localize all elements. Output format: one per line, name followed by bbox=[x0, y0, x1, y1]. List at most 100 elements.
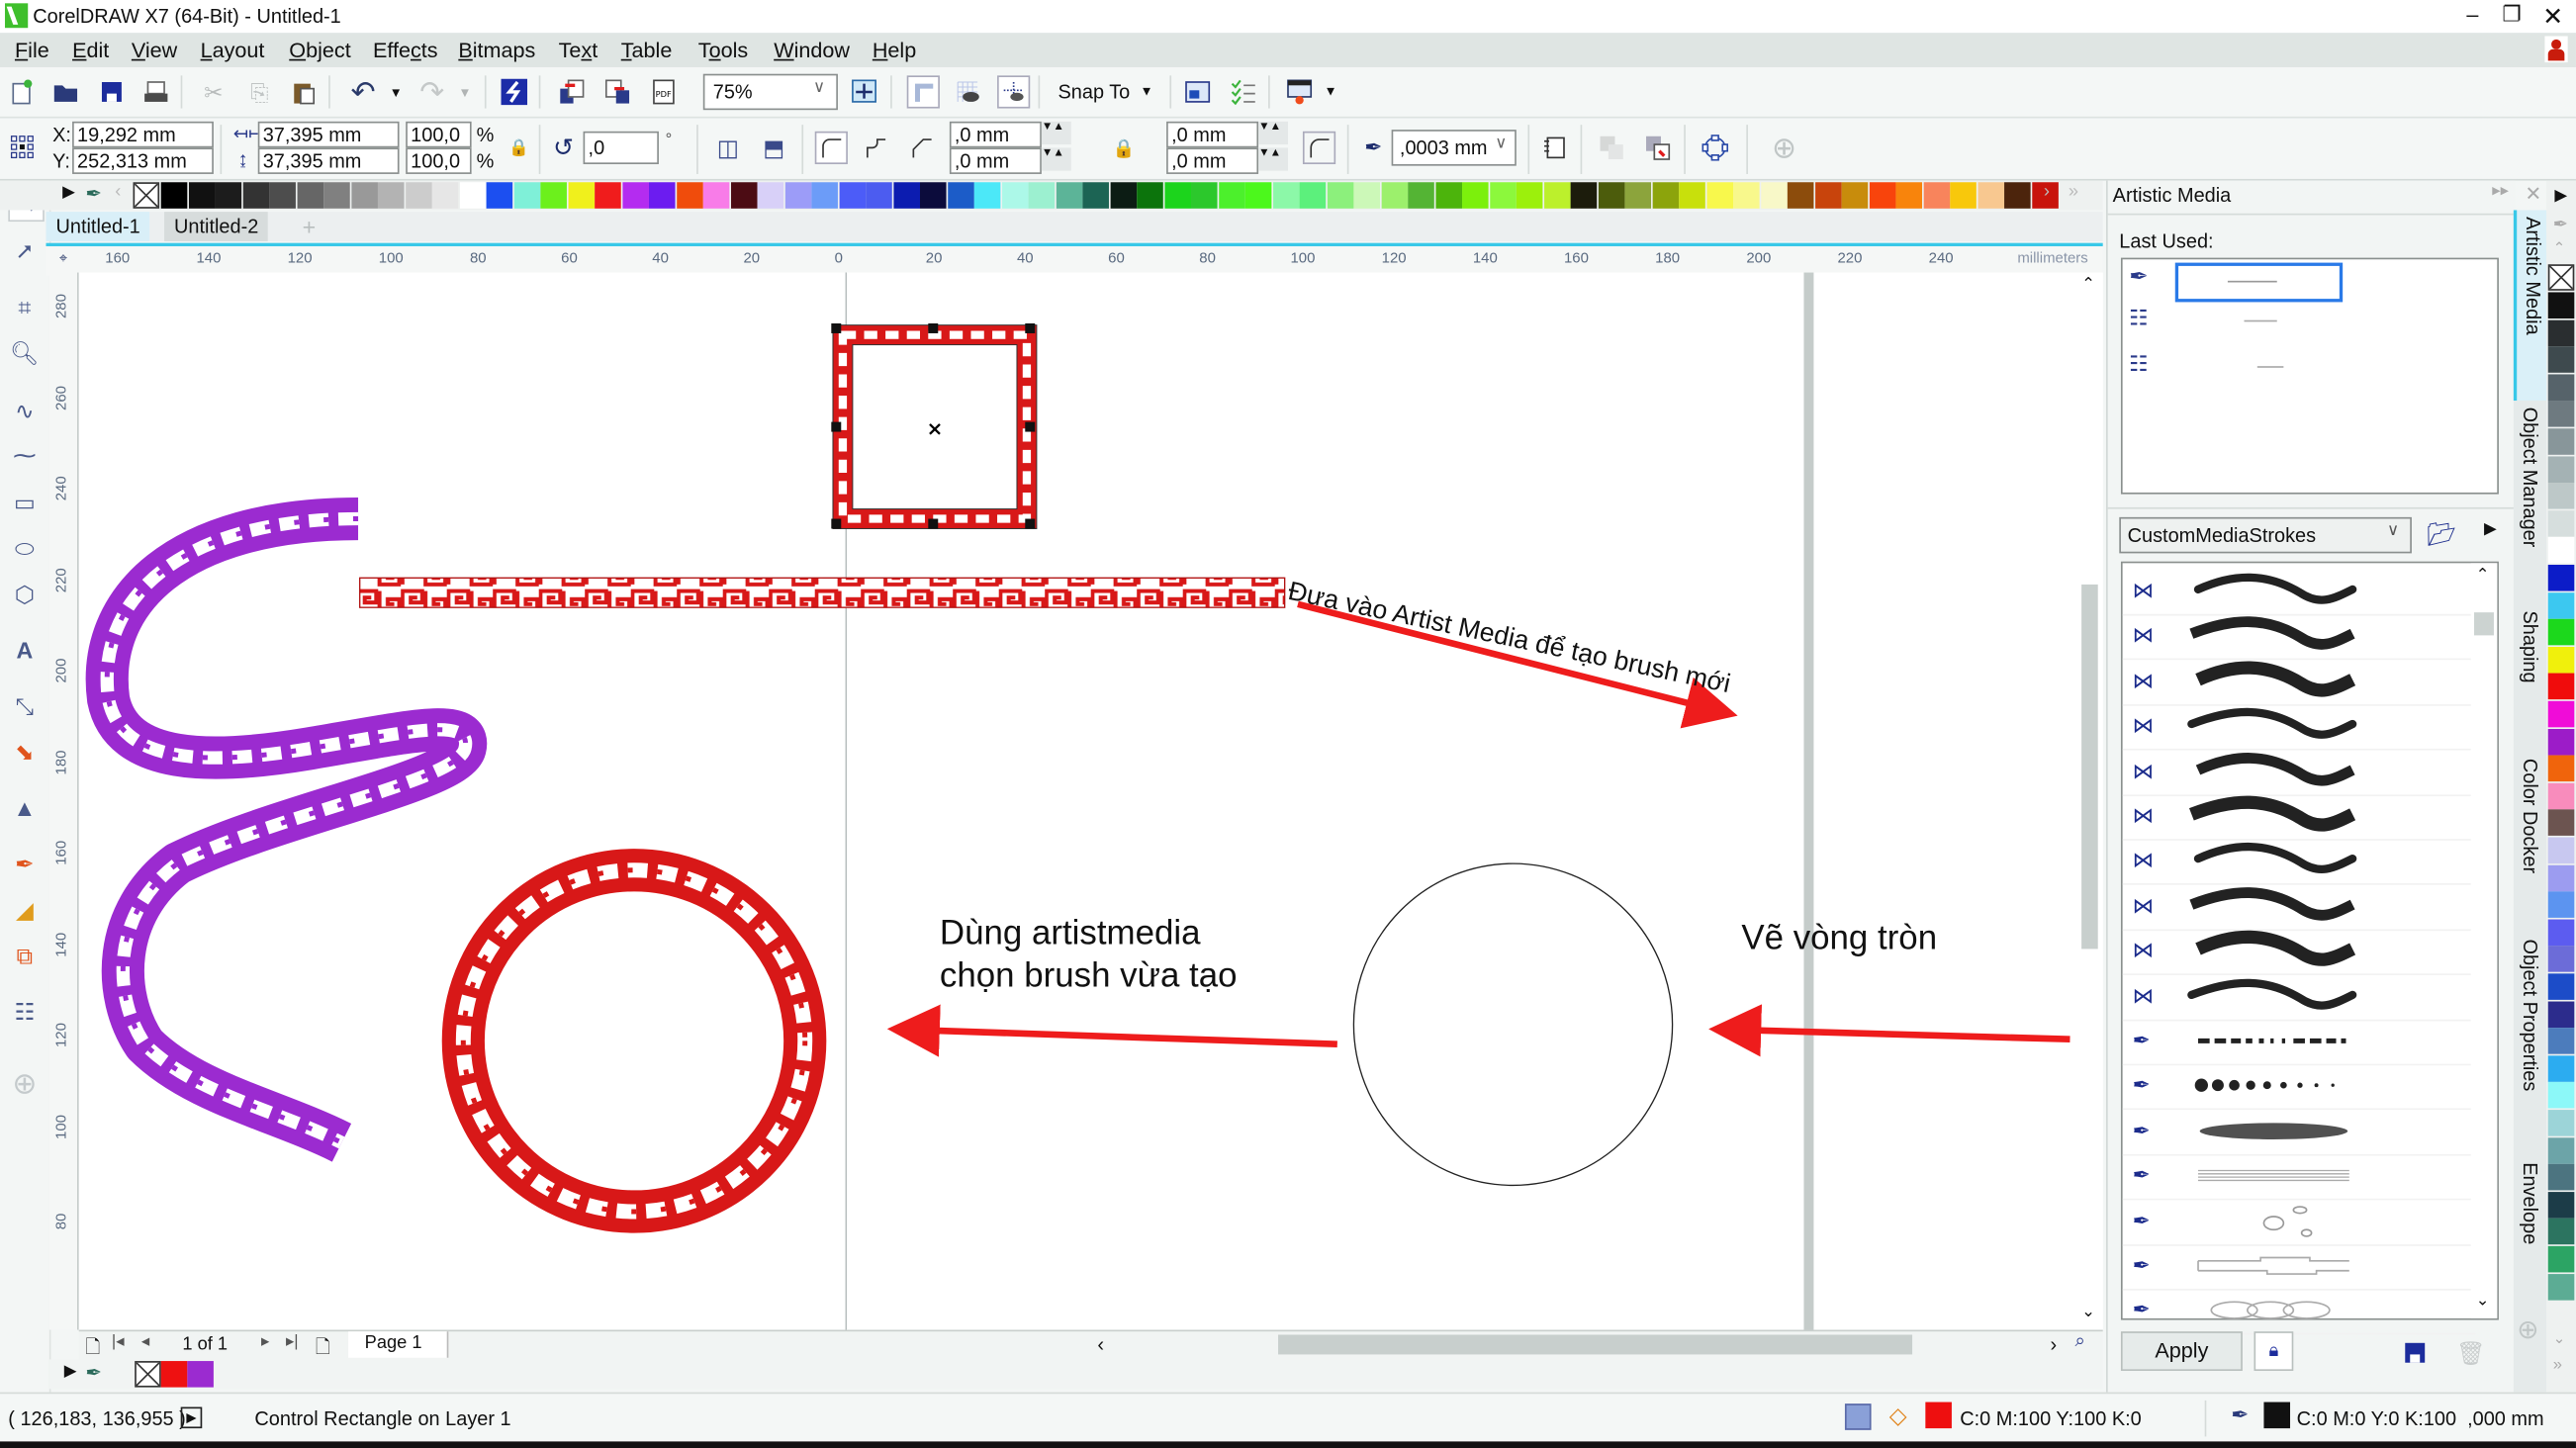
apply-button[interactable]: Apply bbox=[2120, 1331, 2243, 1372]
publish-pdf-icon[interactable]: PDF bbox=[649, 77, 679, 107]
palette-swatch[interactable] bbox=[1598, 182, 1624, 209]
palette-swatch[interactable] bbox=[919, 182, 947, 209]
docker-tab-object-manager[interactable]: Object Manager bbox=[2514, 401, 2546, 588]
palette-swatch[interactable] bbox=[2547, 864, 2575, 891]
palette-swatch[interactable] bbox=[1001, 182, 1028, 209]
palette-swatch[interactable] bbox=[2547, 1219, 2575, 1245]
text-wrap-icon[interactable] bbox=[1541, 133, 1571, 162]
artistic-media-tool-icon[interactable]: ⁓ bbox=[8, 438, 41, 471]
palette-swatch[interactable] bbox=[2547, 782, 2575, 809]
drop-shadow-tool-icon[interactable]: ▲ bbox=[8, 791, 41, 824]
minimize-icon[interactable]: – bbox=[2454, 2, 2491, 27]
palette-swatch[interactable] bbox=[512, 182, 540, 209]
menu-object[interactable]: Object bbox=[289, 38, 350, 62]
palette-swatch[interactable] bbox=[1272, 182, 1299, 209]
palette-swatch[interactable] bbox=[2547, 319, 2575, 346]
fill-color-swatch[interactable] bbox=[1925, 1402, 1952, 1429]
palette-swatch[interactable] bbox=[160, 182, 188, 209]
shape-tool-icon[interactable]: ⭧ bbox=[8, 234, 41, 267]
round-corner-icon[interactable] bbox=[814, 131, 848, 164]
scroll-down-icon[interactable]: ⌄ bbox=[2476, 1292, 2490, 1310]
palette-swatch[interactable] bbox=[1787, 182, 1814, 209]
to-front-icon[interactable] bbox=[1597, 133, 1626, 162]
search-content-icon[interactable] bbox=[500, 77, 529, 107]
smart-fill-tool-icon[interactable]: ⧉ bbox=[8, 939, 41, 971]
scrollbar-thumb[interactable] bbox=[2081, 584, 2098, 950]
palette-swatch[interactable] bbox=[1516, 182, 1543, 209]
palette-swatch[interactable] bbox=[1679, 182, 1705, 209]
palette-swatch[interactable] bbox=[2547, 1191, 2575, 1219]
last-page-icon[interactable]: ▸| bbox=[286, 1333, 299, 1351]
palette-swatch[interactable] bbox=[892, 182, 920, 209]
redo-icon[interactable]: ↷ bbox=[417, 75, 447, 108]
save-stroke-icon[interactable] bbox=[2400, 1338, 2430, 1368]
color-proof-icon[interactable] bbox=[1844, 1403, 1872, 1430]
menu-table[interactable]: Table bbox=[621, 38, 673, 62]
spin-button[interactable]: ▼▲ bbox=[1258, 121, 1288, 145]
palette-swatch[interactable] bbox=[405, 182, 431, 209]
launcher-dropdown-icon[interactable]: ▼ bbox=[1325, 84, 1337, 99]
palette-swatch[interactable] bbox=[486, 182, 513, 209]
rectangle-tool-icon[interactable]: ▭ bbox=[8, 486, 41, 518]
palette-swatch[interactable] bbox=[1244, 182, 1272, 209]
show-rulers-icon[interactable] bbox=[906, 75, 940, 109]
palette-swatch[interactable] bbox=[595, 182, 621, 209]
palette-swatch[interactable] bbox=[1028, 182, 1056, 209]
palette-swatch[interactable] bbox=[540, 182, 567, 209]
palette-swatch[interactable] bbox=[188, 182, 215, 209]
stroke-list-scrollbar[interactable]: ⌃ ⌄ bbox=[2470, 563, 2498, 1318]
palette-swatch[interactable] bbox=[757, 182, 784, 209]
open-folder-icon[interactable] bbox=[50, 77, 80, 107]
docker-tab-envelope[interactable]: Envelope bbox=[2514, 1156, 2546, 1278]
convert-to-curves-icon[interactable] bbox=[1701, 133, 1730, 162]
palette-swatch[interactable] bbox=[1218, 182, 1244, 209]
doc-palette-menu-icon[interactable]: ▶ bbox=[64, 1363, 77, 1381]
no-color-swatch[interactable] bbox=[2547, 264, 2575, 291]
show-grid-icon[interactable] bbox=[953, 77, 982, 107]
stroke-list-item[interactable]: ✒ bbox=[2122, 1244, 2476, 1291]
page-tab[interactable]: Page 1 bbox=[348, 1331, 449, 1358]
palette-swatch[interactable] bbox=[2547, 973, 2575, 1000]
palette-swatch[interactable] bbox=[2547, 428, 2575, 455]
eyedropper-icon[interactable]: ✒ bbox=[85, 1361, 102, 1384]
palette-swatch[interactable] bbox=[296, 182, 323, 209]
stroke-list-item[interactable]: ⋈ bbox=[2122, 660, 2476, 706]
palette-swatch[interactable] bbox=[2547, 674, 2575, 700]
docker-expand-icon[interactable]: ▸▸ bbox=[2492, 182, 2509, 200]
palette-swatch[interactable] bbox=[350, 182, 378, 209]
x-position-field[interactable]: 19,292 mm bbox=[72, 121, 214, 148]
docker-tab-shaping[interactable]: Shaping bbox=[2514, 604, 2546, 726]
corner-radius-bottom-left-field[interactable]: ,0 mm bbox=[949, 147, 1042, 174]
scroll-down-icon[interactable]: ⌄ bbox=[2081, 1304, 2095, 1321]
save-icon[interactable] bbox=[97, 77, 127, 107]
palette-menu-icon[interactable]: ▶ bbox=[2554, 187, 2567, 205]
palette-swatch[interactable] bbox=[2547, 1164, 2575, 1191]
palette-swatch[interactable] bbox=[1895, 182, 1923, 209]
palette-swatch[interactable] bbox=[269, 182, 296, 209]
palette-swatch[interactable] bbox=[215, 182, 242, 209]
undo-dropdown-icon[interactable]: ▼ bbox=[381, 77, 411, 107]
palette-swatch[interactable] bbox=[730, 182, 757, 209]
copy-icon[interactable]: ⎘ bbox=[244, 77, 274, 107]
palette-swatch[interactable] bbox=[2547, 565, 2575, 591]
palette-swatch[interactable] bbox=[1624, 182, 1652, 209]
menu-window[interactable]: Window bbox=[774, 38, 850, 62]
scroll-up-icon[interactable]: ⌃ bbox=[2553, 239, 2566, 257]
expand-palette-icon[interactable]: » bbox=[2553, 1356, 2562, 1374]
palette-swatch[interactable] bbox=[1380, 182, 1408, 209]
crop-tool-icon[interactable]: ⌗ bbox=[8, 291, 41, 323]
undo-icon[interactable]: ↶ bbox=[348, 75, 378, 108]
no-color-swatch[interactable] bbox=[133, 182, 160, 209]
palette-swatch[interactable] bbox=[1327, 182, 1353, 209]
palette-swatch[interactable] bbox=[838, 182, 866, 209]
cut-icon[interactable]: ✂ bbox=[199, 77, 229, 107]
palette-swatch[interactable] bbox=[2547, 1000, 2575, 1028]
first-page-icon[interactable]: |◂ bbox=[112, 1333, 125, 1351]
palette-swatch[interactable] bbox=[2004, 182, 2031, 209]
stroke-list-item[interactable]: ⋈ bbox=[2122, 614, 2476, 661]
palette-swatch[interactable] bbox=[2547, 374, 2575, 401]
zoom-to-page-icon[interactable] bbox=[850, 77, 879, 107]
mirror-vertical-icon[interactable]: ⬒ bbox=[759, 133, 788, 162]
palette-swatch[interactable] bbox=[1733, 182, 1760, 209]
scroll-left-icon[interactable]: ‹ bbox=[1097, 1333, 1104, 1356]
